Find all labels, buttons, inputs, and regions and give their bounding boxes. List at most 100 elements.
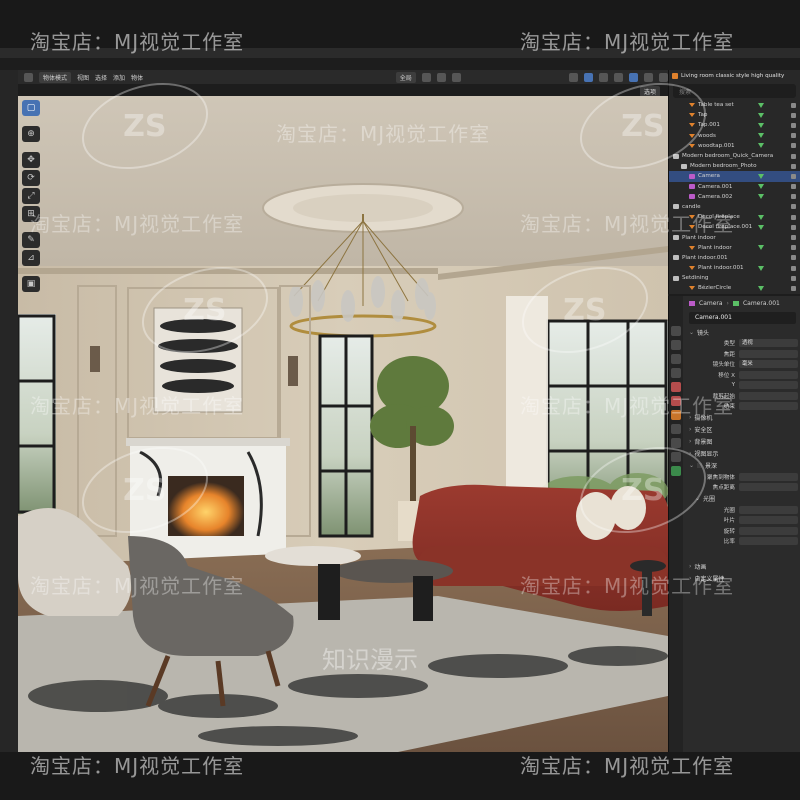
property-row: 类型 透视 — [685, 338, 800, 349]
visibility-eye-icon[interactable] — [791, 102, 796, 108]
overlay-icon[interactable] — [569, 72, 578, 82]
mode-dropdown[interactable]: 物体模式 — [39, 71, 72, 83]
collection-icon — [673, 255, 679, 261]
panel-title: 背景图 — [694, 439, 713, 446]
outliner-row[interactable]: Setdining — [669, 273, 800, 283]
visibility-eye-icon[interactable] — [791, 224, 796, 230]
menu-select[interactable]: 选择 — [95, 73, 107, 82]
shading-rendered-icon[interactable] — [629, 72, 638, 82]
tool-shelf: ▢ ⊕ ✥ ⟳ ⤢ ⊞ ✎ ⊿ ▣ — [22, 100, 42, 292]
visibility-eye-icon[interactable] — [791, 112, 796, 118]
collapsed-panel-header[interactable]: › 安全区 — [685, 424, 800, 436]
editor-type-icon[interactable] — [24, 72, 33, 82]
outliner-row-label: Modern bedroom_Quick_Camera — [682, 153, 774, 160]
select-box-icon[interactable]: ▢ — [22, 100, 40, 116]
output-tab-icon[interactable] — [671, 354, 681, 364]
property-value-field[interactable] — [739, 391, 798, 400]
move-icon[interactable]: ✥ — [22, 152, 40, 168]
visibility-eye-icon[interactable] — [791, 285, 796, 291]
visibility-eye-icon[interactable] — [791, 265, 796, 271]
cursor-icon[interactable]: ⊕ — [22, 126, 40, 142]
outliner-row[interactable]: Camera.002 — [669, 192, 800, 202]
pivot-icon[interactable] — [421, 72, 431, 82]
visibility-eye-icon[interactable] — [791, 133, 796, 139]
camera-icon — [689, 300, 695, 306]
outliner-row[interactable]: Plant indoor — [669, 243, 800, 253]
property-value-field[interactable]: 毫米 — [739, 360, 798, 369]
shading-solid-icon[interactable] — [599, 72, 608, 82]
tool-tab-icon[interactable] — [671, 326, 681, 336]
property-value-field[interactable] — [739, 381, 798, 390]
property-value-field[interactable] — [739, 537, 798, 546]
proportional-edit-icon[interactable] — [451, 72, 461, 82]
property-label: Y — [731, 382, 735, 389]
modifier-tab-icon[interactable] — [671, 424, 681, 434]
property-row: 镜头单位 毫米 — [685, 359, 800, 370]
watermark-center-text: 知识漫示 — [322, 646, 418, 674]
aperture-panel-header[interactable]: ⌄ 光圈 — [685, 493, 800, 505]
scale-icon[interactable]: ⤢ — [22, 188, 40, 204]
lens-panel-header[interactable]: ⌄ 镜头 — [685, 326, 800, 338]
filter-icon[interactable] — [672, 73, 678, 79]
visibility-eye-icon[interactable] — [791, 163, 796, 169]
outliner-header: Living room classic style high quality — [669, 70, 800, 82]
property-value-field[interactable] — [739, 505, 798, 514]
toggle-sidebar-icon[interactable] — [659, 72, 668, 82]
add-cube-icon[interactable]: ▣ — [22, 276, 40, 292]
physics-tab-icon[interactable] — [671, 438, 681, 448]
property-value-field[interactable] — [739, 402, 798, 411]
property-value-field[interactable] — [739, 483, 798, 492]
visibility-eye-icon[interactable] — [791, 153, 796, 159]
property-value-field[interactable] — [739, 472, 798, 481]
property-row: 比率 — [685, 536, 800, 547]
property-value-field[interactable] — [739, 370, 798, 379]
outliner-row[interactable]: Camera — [669, 171, 800, 182]
watermark-text: 淘宝店：MJ视觉工作室 — [30, 574, 245, 598]
camera-data-name-field[interactable]: Camera.001 — [689, 312, 796, 324]
visibility-eye-icon[interactable] — [791, 194, 796, 200]
menu-add[interactable]: 添加 — [113, 73, 125, 82]
menu-object[interactable]: 物体 — [131, 73, 143, 82]
measure-icon[interactable]: ⊿ — [22, 250, 40, 266]
outliner-row[interactable]: Modern bedroom_Quick_Camera — [669, 151, 800, 161]
outliner-row[interactable]: Plant indoor.001 — [669, 253, 800, 263]
watermark-text: 淘宝店：MJ视觉工作室 — [30, 30, 245, 54]
view-layer-tab-icon[interactable] — [671, 368, 681, 378]
property-value-field[interactable] — [739, 516, 798, 525]
render-tab-icon[interactable] — [671, 340, 681, 350]
visibility-eye-icon[interactable] — [791, 235, 796, 241]
xray-icon[interactable] — [584, 72, 593, 82]
chevron-right-icon: › — [689, 438, 692, 445]
visibility-eye-icon[interactable] — [791, 122, 796, 128]
property-value-field[interactable]: 透视 — [739, 339, 798, 348]
shading-options-icon[interactable] — [644, 72, 653, 82]
collection-icon — [681, 163, 687, 169]
outliner-row[interactable]: Plant indoor.001 — [669, 263, 800, 273]
collapsed-panel-header[interactable]: › 背景图 — [685, 436, 800, 448]
dof-panel-title: 景深 — [705, 463, 718, 470]
rotate-icon[interactable]: ⟳ — [22, 170, 40, 186]
outliner-row[interactable]: Camera.001 — [669, 182, 800, 192]
menu-view[interactable]: 视图 — [77, 73, 89, 82]
collection-icon — [673, 275, 679, 281]
shading-material-icon[interactable] — [614, 72, 623, 82]
visibility-eye-icon[interactable] — [791, 173, 796, 179]
outliner-row[interactable]: Modern bedroom_Photo — [669, 161, 800, 171]
visibility-eye-icon[interactable] — [791, 143, 796, 149]
breadcrumb-object: Camera — [699, 299, 723, 307]
curve-icon — [689, 286, 695, 291]
visibility-eye-icon[interactable] — [791, 204, 796, 210]
collapsed-panel-header[interactable]: › 视图显示 — [685, 448, 800, 460]
snap-icon[interactable] — [436, 72, 446, 82]
panel-title: 安全区 — [694, 427, 713, 434]
visibility-eye-icon[interactable] — [791, 255, 796, 261]
visibility-eye-icon[interactable] — [791, 245, 796, 251]
property-value-field[interactable] — [739, 349, 798, 358]
visibility-eye-icon[interactable] — [791, 275, 796, 281]
page: 物体模式 视图 选择 添加 物体 全局 选项 ▢ ⊕ ✥ ⟳ ⤢ ⊞ ✎ ⊿ ▣… — [0, 0, 800, 800]
visibility-eye-icon[interactable] — [791, 184, 796, 190]
property-value-field[interactable] — [739, 526, 798, 535]
outliner-row[interactable]: BézierCircle — [669, 283, 800, 293]
transform-orientation-dropdown[interactable]: 全局 — [395, 71, 416, 83]
visibility-eye-icon[interactable] — [791, 214, 796, 220]
